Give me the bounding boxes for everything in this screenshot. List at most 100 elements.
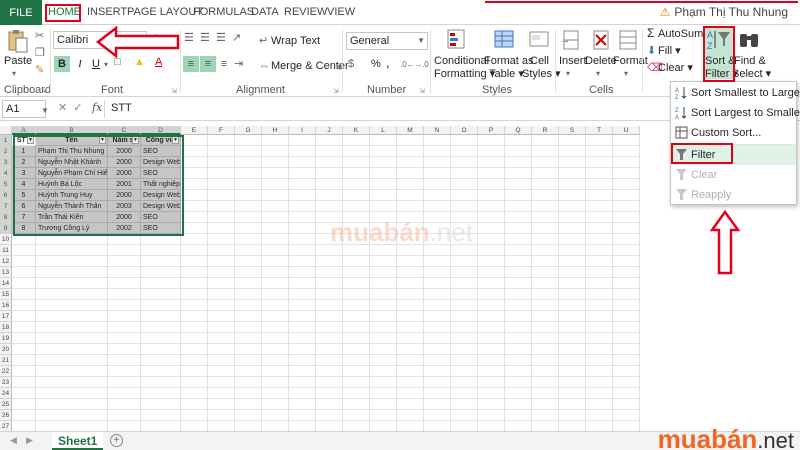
tab-insert[interactable]: INSERT <box>87 0 127 25</box>
cell[interactable] <box>451 256 478 267</box>
cell[interactable] <box>613 333 640 344</box>
cell[interactable] <box>289 179 316 190</box>
cell[interactable] <box>586 377 613 388</box>
table-cell[interactable]: 4 <box>12 179 36 190</box>
cell[interactable] <box>559 399 586 410</box>
cell[interactable] <box>505 278 532 289</box>
cell[interactable] <box>289 300 316 311</box>
cell[interactable] <box>370 267 397 278</box>
increase-decimal-icon[interactable]: .0← <box>400 58 415 71</box>
cell[interactable] <box>478 245 505 256</box>
cell[interactable] <box>208 377 235 388</box>
cell[interactable] <box>424 168 451 179</box>
cell[interactable] <box>208 366 235 377</box>
cell[interactable] <box>397 344 424 355</box>
cell[interactable] <box>478 289 505 300</box>
cell[interactable] <box>370 322 397 333</box>
cell[interactable] <box>141 421 181 431</box>
insert-button[interactable]: Insert <box>559 55 587 68</box>
row-header[interactable]: 2 <box>0 146 12 157</box>
cell[interactable] <box>181 256 208 267</box>
cell[interactable] <box>559 234 586 245</box>
cell[interactable] <box>343 311 370 322</box>
cell[interactable] <box>613 245 640 256</box>
row-header[interactable]: 3 <box>0 157 12 168</box>
cell[interactable] <box>613 300 640 311</box>
cell[interactable] <box>586 421 613 431</box>
clear-button[interactable]: Clear ▾ <box>658 62 693 75</box>
cell[interactable] <box>478 267 505 278</box>
filter-dropdown-icon[interactable]: ▼ <box>27 136 34 144</box>
cell[interactable] <box>478 135 505 146</box>
cell[interactable] <box>397 311 424 322</box>
filter-dropdown-icon[interactable]: ▼ <box>172 136 179 144</box>
cell[interactable] <box>36 322 108 333</box>
cell[interactable] <box>586 399 613 410</box>
cell[interactable] <box>262 223 289 234</box>
cell[interactable] <box>370 311 397 322</box>
cell[interactable] <box>343 289 370 300</box>
column-header-a[interactable]: A <box>12 126 36 135</box>
cell[interactable] <box>451 201 478 212</box>
cell[interactable] <box>343 388 370 399</box>
cell[interactable] <box>108 333 141 344</box>
table-cell[interactable]: Huỳnh Trung Huy <box>36 190 108 201</box>
cell[interactable] <box>559 300 586 311</box>
cell[interactable] <box>586 322 613 333</box>
filter-dropdown-icon[interactable]: ▼ <box>132 136 139 144</box>
cell[interactable] <box>397 267 424 278</box>
cell[interactable] <box>532 366 559 377</box>
cell[interactable] <box>343 333 370 344</box>
cell[interactable] <box>108 289 141 300</box>
cell[interactable] <box>208 256 235 267</box>
cell[interactable] <box>532 377 559 388</box>
cell[interactable] <box>505 388 532 399</box>
cell[interactable] <box>613 366 640 377</box>
column-header-c[interactable]: C <box>108 126 141 135</box>
table-cell[interactable]: 5 <box>12 190 36 201</box>
cell[interactable] <box>451 168 478 179</box>
cell[interactable] <box>12 267 36 278</box>
cell[interactable] <box>235 355 262 366</box>
cell[interactable] <box>586 179 613 190</box>
cell[interactable] <box>451 344 478 355</box>
cell[interactable] <box>12 344 36 355</box>
filter-dropdown-icon[interactable]: ▼ <box>99 136 106 144</box>
cell[interactable] <box>316 157 343 168</box>
sort-descending-item[interactable]: ZA Sort Largest to Smallest <box>671 103 800 123</box>
cell[interactable] <box>532 300 559 311</box>
align-left-icon[interactable]: ≡ <box>183 56 199 72</box>
cell[interactable] <box>397 355 424 366</box>
cell[interactable] <box>108 278 141 289</box>
cell[interactable] <box>36 245 108 256</box>
cell[interactable] <box>262 234 289 245</box>
cell[interactable] <box>478 333 505 344</box>
row-header[interactable]: 7 <box>0 201 12 212</box>
column-header-s[interactable]: S <box>559 126 586 135</box>
cell[interactable] <box>289 377 316 388</box>
cell[interactable] <box>343 322 370 333</box>
cell[interactable] <box>559 410 586 421</box>
cell[interactable] <box>478 421 505 431</box>
table-cell[interactable]: 2000 <box>108 190 141 201</box>
italic-button[interactable]: I <box>72 56 88 72</box>
cell[interactable] <box>478 344 505 355</box>
cell[interactable] <box>12 245 36 256</box>
cell[interactable] <box>505 366 532 377</box>
filter-item[interactable]: Filter <box>671 145 796 165</box>
cell[interactable] <box>36 421 108 431</box>
cell[interactable] <box>397 201 424 212</box>
cell[interactable] <box>532 146 559 157</box>
cell[interactable] <box>532 234 559 245</box>
cell[interactable] <box>370 333 397 344</box>
cell[interactable] <box>289 190 316 201</box>
cell[interactable] <box>181 333 208 344</box>
cell[interactable] <box>181 234 208 245</box>
cell[interactable] <box>181 300 208 311</box>
cell[interactable] <box>36 377 108 388</box>
cell[interactable] <box>397 300 424 311</box>
cell[interactable] <box>505 311 532 322</box>
cell[interactable] <box>262 179 289 190</box>
cell[interactable] <box>505 344 532 355</box>
sort-filter-button[interactable]: A Z Sort & Filter ▾ <box>704 26 738 80</box>
